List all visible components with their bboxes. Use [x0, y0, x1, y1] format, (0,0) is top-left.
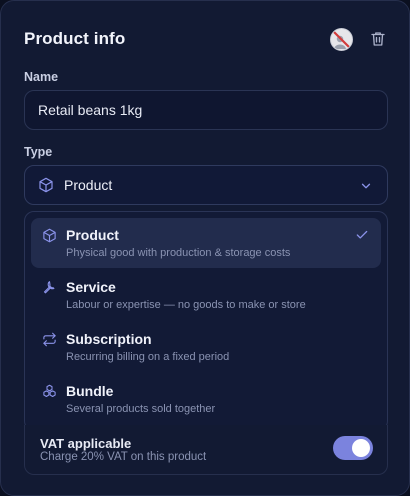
- option-description: Labour or expertise — no goods to make o…: [66, 299, 306, 311]
- option-title: Bundle: [66, 383, 114, 399]
- chevron-down-icon: [361, 183, 371, 189]
- option-title: Subscription: [66, 331, 152, 347]
- type-select-value: Product: [64, 177, 113, 193]
- type-dropdown: Product Physical good with production & …: [24, 211, 388, 431]
- option-description: Physical good with production & storage …: [66, 247, 291, 259]
- header-actions: [330, 27, 387, 51]
- repeat-icon: [43, 332, 56, 347]
- option-description: Recurring billing on a fixed period: [66, 351, 230, 363]
- type-select[interactable]: Product: [24, 165, 388, 205]
- name-input-value: Retail beans 1kg: [38, 102, 143, 118]
- vat-title: VAT applicable: [40, 436, 132, 451]
- name-input[interactable]: Retail beans 1kg: [24, 90, 388, 130]
- wrench-icon: [43, 281, 55, 294]
- type-label: Type: [24, 145, 53, 159]
- vat-toggle[interactable]: [333, 436, 373, 460]
- trash-icon[interactable]: [369, 30, 387, 48]
- toggle-knob: [352, 439, 370, 457]
- vat-row: VAT applicable Charge 20% VAT on this pr…: [24, 425, 388, 475]
- option-bundle[interactable]: Bundle Several products sold together: [31, 374, 381, 424]
- box-icon: [43, 228, 56, 243]
- product-info-card: Product info Name Retail beans 1kg Type …: [0, 0, 410, 496]
- option-product[interactable]: Product Physical good with production & …: [31, 218, 381, 268]
- option-subscription[interactable]: Subscription Recurring billing on a fixe…: [31, 322, 381, 372]
- name-label: Name: [24, 70, 59, 84]
- check-icon: [356, 230, 368, 239]
- option-service[interactable]: Service Labour or expertise — no goods t…: [31, 270, 381, 320]
- option-description: Several products sold together: [66, 403, 216, 415]
- option-title: Service: [66, 279, 116, 295]
- box-icon: [39, 177, 53, 193]
- vat-description: Charge 20% VAT on this product: [40, 451, 207, 463]
- avatar-icon[interactable]: [330, 27, 353, 51]
- bundle-icon: [43, 384, 56, 398]
- option-title: Product: [66, 227, 119, 243]
- card-title: Product info: [24, 29, 126, 48]
- card-header: Product info: [24, 27, 387, 51]
